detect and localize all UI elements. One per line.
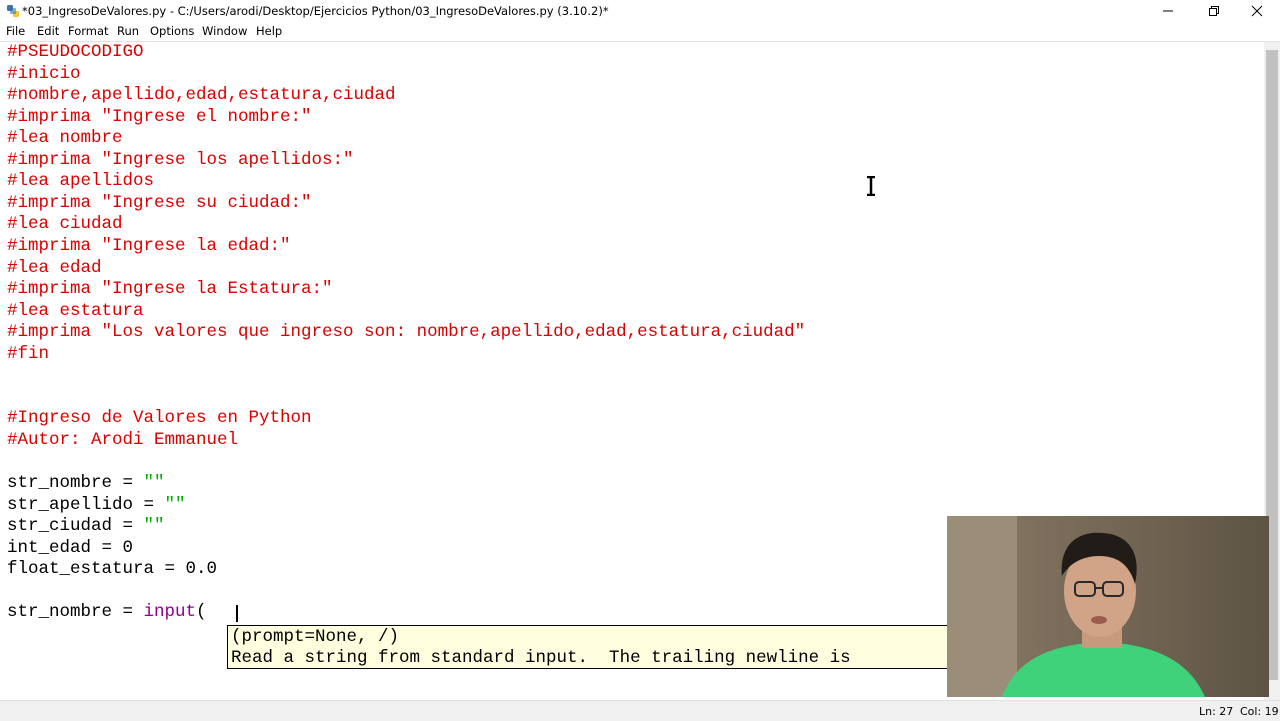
- code-token-comment: #PSEUDOCODIGO: [7, 42, 144, 62]
- code-line: #Ingreso de Valores en Python: [7, 408, 312, 429]
- code-line: #lea nombre: [7, 128, 123, 149]
- menu-options[interactable]: Options: [150, 24, 194, 38]
- code-line: #imprima "Ingrese la Estatura:": [7, 279, 333, 300]
- code-line: #PSEUDOCODIGO: [7, 42, 144, 63]
- code-line: str_apellido = "": [7, 495, 186, 516]
- code-line: #lea apellidos: [7, 171, 154, 192]
- code-line: #imprima "Ingrese la edad:": [7, 236, 291, 257]
- menu-run[interactable]: Run: [117, 24, 139, 38]
- code-token-comment: #lea nombre: [7, 128, 123, 149]
- menu-help[interactable]: Help: [256, 24, 282, 38]
- code-token-comment: #lea edad: [7, 257, 102, 278]
- code-line: #lea ciudad: [7, 214, 123, 235]
- code-token-str: "": [143, 473, 165, 493]
- code-line: #imprima "Los valores que ingreso son: n…: [7, 322, 805, 343]
- calltip-popup: (prompt=None, /) Read a string from stan…: [227, 625, 949, 669]
- close-icon: [1251, 5, 1263, 17]
- code-line: #imprima "Ingrese los apellidos:": [7, 150, 354, 171]
- window-title: *03_IngresoDeValores.py - C:/Users/arodi…: [22, 4, 609, 18]
- code-line: #lea edad: [7, 258, 102, 279]
- code-line: #lea estatura: [7, 301, 144, 322]
- code-line: #fin: [7, 344, 49, 365]
- code-line: str_ciudad = "": [7, 516, 165, 537]
- menu-format[interactable]: Format: [68, 24, 109, 38]
- webcam-person-image: [947, 516, 1269, 697]
- code-line: str_nombre = "": [7, 473, 165, 494]
- code-token-normal: str_apellido =: [7, 494, 165, 515]
- webcam-overlay: [947, 516, 1269, 697]
- code-token-normal: str_ciudad =: [7, 516, 144, 537]
- code-token-comment: #imprima "Los valores que ingreso son: n…: [7, 322, 806, 343]
- code-token-comment: #fin: [7, 343, 50, 364]
- status-bar: Ln: 27 Col: 19: [0, 700, 1280, 721]
- code-line: str_nombre = input(: [7, 602, 207, 623]
- code-token-comment: #inicio: [7, 63, 81, 84]
- code-line: #imprima "Ingrese su ciudad:": [7, 193, 312, 214]
- code-token-comment: #imprima "Ingrese la Estatura:": [7, 279, 333, 300]
- status-line: Ln: 27: [1199, 705, 1234, 718]
- code-token-normal: (: [196, 602, 207, 623]
- code-token-str: "": [164, 494, 186, 515]
- text-cursor: [236, 605, 238, 622]
- code-token-comment: #nombre,apellido,edad,estatura,ciudad: [7, 85, 396, 106]
- code-line: #nombre,apellido,edad,estatura,ciudad: [7, 85, 396, 106]
- code-token-comment: #imprima "Ingrese su ciudad:": [7, 192, 312, 213]
- title-bar[interactable]: *03_IngresoDeValores.py - C:/Users/arodi…: [0, 0, 1280, 22]
- code-line: #Autor: Arodi Emmanuel: [7, 430, 238, 451]
- code-token-comment: #imprima "Ingrese la edad:": [7, 235, 291, 256]
- code-token-comment: #lea estatura: [7, 300, 144, 321]
- code-token-str: "": [143, 516, 165, 537]
- menu-window[interactable]: Window: [202, 24, 247, 38]
- menu-bar: File Edit Format Run Options Window Help: [0, 22, 1280, 42]
- restore-icon: [1209, 6, 1219, 16]
- calltip-signature: (prompt=None, /): [231, 627, 400, 647]
- code-token-comment: #lea apellidos: [7, 171, 155, 192]
- code-line: int_edad = 0: [7, 538, 133, 559]
- minimize-icon: [1163, 10, 1173, 12]
- status-column: Col: 19: [1240, 705, 1279, 718]
- minimize-button[interactable]: [1145, 0, 1191, 22]
- code-line: #inicio: [7, 64, 81, 85]
- code-token-normal: str_nombre =: [7, 473, 144, 493]
- code-token-comment: #Ingreso de Valores en Python: [7, 408, 312, 429]
- code-token-comment: #imprima "Ingrese los apellidos:": [7, 149, 354, 170]
- code-line: #imprima "Ingrese el nombre:": [7, 107, 312, 128]
- menu-file[interactable]: File: [6, 24, 25, 38]
- code-line: float_estatura = 0.0: [7, 559, 217, 580]
- ibeam-cursor-icon: [867, 176, 875, 196]
- close-button[interactable]: [1234, 0, 1280, 22]
- code-token-comment: #lea ciudad: [7, 214, 123, 235]
- calltip-doc: Read a string from standard input. The t…: [231, 648, 851, 668]
- code-token-comment: #imprima "Ingrese el nombre:": [7, 106, 312, 127]
- menu-edit[interactable]: Edit: [37, 24, 59, 38]
- restore-button[interactable]: [1191, 0, 1237, 22]
- code-token-normal: int_edad = 0: [7, 537, 134, 558]
- code-token-normal: str_nombre =: [7, 602, 144, 623]
- python-icon: [7, 5, 19, 17]
- code-token-comment: #Autor: Arodi Emmanuel: [7, 429, 239, 450]
- code-token-builtin: input: [143, 602, 197, 623]
- code-token-normal: float_estatura = 0.0: [7, 559, 218, 580]
